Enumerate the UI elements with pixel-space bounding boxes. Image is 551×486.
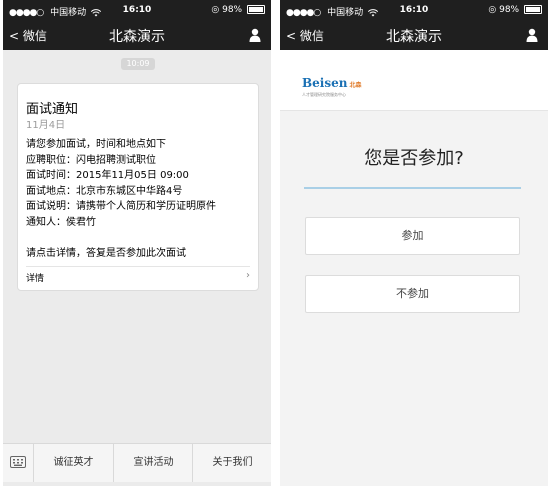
card-line: 面试时间：2015年11月05日 09:00 [26,170,189,181]
card-title: 面试通知 [26,102,79,117]
brand-tagline: 人才管理研究院服务中心 [302,92,346,97]
brand-header: Beisen 北森 人才管理研究院服务中心 [280,50,548,111]
page-title: 北森演示 [109,29,165,45]
battery-percent: 98% [499,5,520,15]
card-date: 11月4日 [26,120,66,131]
interview-notice-card[interactable]: 面试通知 11月4日 请您参加面试，时间和地点如下 应聘职位：闪电招聘测试职位 … [17,83,259,291]
beisen-logo: Beisen 北森 人才管理研究院服务中心 [302,72,361,98]
status-bar: ●●●●○ 中国移动 16:10 ◎ 98% [3,0,271,20]
attendance-question: 您是否参加? [364,148,464,169]
card-divider [26,266,250,267]
battery-status: ◎ 98% [488,5,542,15]
status-bar: ●●●●○ 中国移动 16:10 ◎ 98% [280,0,548,20]
bottom-menu-bar: 诚征英才 宣讲活动 关于我们 [3,443,271,482]
accept-button[interactable]: 参加 [305,217,520,255]
decline-button[interactable]: 不参加 [305,275,520,313]
lock-rotation-icon: ◎ [211,5,220,15]
chevron-right-icon[interactable]: › [246,270,250,281]
message-timestamp: 10:09 [121,58,155,70]
menu-item-about-us[interactable]: 关于我们 [192,444,271,482]
card-prompt: 请点击详情，答复是否参加此次面试 [26,247,186,259]
user-icon[interactable] [249,28,261,42]
keyboard-icon [10,456,26,468]
keyboard-toggle-button[interactable] [3,444,34,482]
battery-icon [524,5,542,14]
nav-bar: < 微信 北森演示 [280,20,548,50]
battery-status: ◎ 98% [211,5,265,15]
phone-screen-chat: ●●●●○ 中国移动 16:10 ◎ 98% < 微信 北森演示 10:09 面… [3,0,271,486]
menu-item-recruitment[interactable]: 诚征英才 [34,444,113,482]
card-spacer [26,230,216,246]
brand-name: Beisen [302,76,348,90]
rsvp-content: 您是否参加? 参加 不参加 [280,111,548,486]
nav-bar: < 微信 北森演示 [3,20,271,50]
card-line: 通知人：侯君竹 [26,216,96,228]
battery-icon [247,5,265,14]
user-icon[interactable] [526,28,538,42]
lock-rotation-icon: ◎ [488,5,497,15]
battery-percent: 98% [222,5,243,15]
brand-name-cn: 北森 [349,82,362,89]
question-underline [304,187,521,189]
card-line: 面试说明：请携带个人简历和学历证明原件 [26,201,216,212]
card-body: 请您参加面试，时间和地点如下 应聘职位：闪电招聘测试职位 面试时间：2015年1… [26,137,216,261]
card-line: 面试地点：北京市东城区中华路4号 [26,185,183,197]
card-detail-link[interactable]: 详情 [26,271,44,284]
page-title: 北森演示 [386,29,442,45]
phone-screen-rsvp: ●●●●○ 中国移动 16:10 ◎ 98% < 微信 北森演示 Beisen 北 [280,0,548,486]
menu-item-campus-events[interactable]: 宣讲活动 [113,444,193,482]
card-line: 请您参加面试，时间和地点如下 [26,139,166,150]
card-line: 应聘职位：闪电招聘测试职位 [26,154,156,166]
